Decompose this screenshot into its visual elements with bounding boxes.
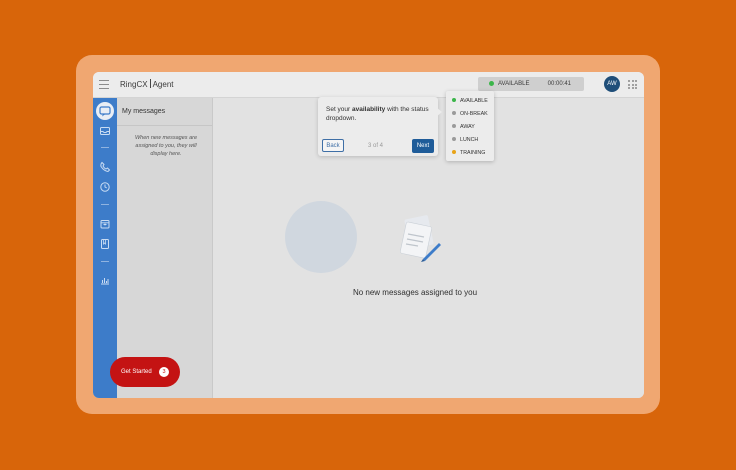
tooltip-text: Set your availability with the status dr… bbox=[326, 106, 429, 122]
brand-name: RingCX bbox=[120, 80, 148, 89]
calendar-icon[interactable] bbox=[99, 218, 111, 230]
next-button[interactable]: Next bbox=[412, 139, 434, 153]
get-started-count-badge: 3 bbox=[159, 367, 169, 377]
status-option-label: LUNCH bbox=[460, 137, 479, 143]
avatar[interactable]: AW bbox=[604, 76, 620, 92]
status-timer: 00:00:41 bbox=[547, 81, 571, 87]
panel-divider bbox=[117, 125, 212, 126]
status-option-lunch[interactable]: LUNCH bbox=[452, 136, 478, 144]
status-option-away[interactable]: AWAY bbox=[452, 123, 475, 131]
get-started-label: Get Started bbox=[121, 369, 152, 375]
tooltip-arrow bbox=[436, 107, 442, 117]
app-grid-icon[interactable] bbox=[628, 80, 637, 89]
notes-icon[interactable] bbox=[99, 238, 111, 250]
status-option-label: TRAINING bbox=[460, 150, 486, 156]
left-nav-rail bbox=[93, 98, 117, 398]
brand-product: Agent bbox=[152, 80, 174, 89]
analytics-icon[interactable] bbox=[99, 274, 111, 286]
messages-panel: My messages When new messages are assign… bbox=[117, 98, 213, 398]
status-dot bbox=[489, 81, 494, 86]
status-option-on-break[interactable]: ON-BREAK bbox=[452, 110, 488, 118]
status-option-dot bbox=[452, 150, 456, 154]
messages-nav-active[interactable] bbox=[96, 102, 114, 120]
onboarding-tooltip: Set your availability with the status dr… bbox=[318, 97, 442, 156]
status-option-training[interactable]: TRAINING bbox=[452, 149, 485, 157]
phone-icon[interactable] bbox=[99, 161, 111, 173]
inbox-icon[interactable] bbox=[99, 125, 111, 137]
status-option-dot bbox=[452, 111, 456, 115]
messages-icon bbox=[99, 106, 111, 117]
status-option-label: AWAY bbox=[460, 124, 475, 130]
empty-state-message: No new messages assigned to you bbox=[352, 288, 478, 297]
status-option-available[interactable]: AVAILABLE bbox=[452, 97, 488, 105]
history-icon[interactable] bbox=[99, 181, 111, 193]
status-option-label: AVAILABLE bbox=[460, 98, 488, 104]
status-option-dot bbox=[452, 98, 456, 102]
top-bar: RingCX Agent AVAILABLE 00:00:41 AW bbox=[93, 72, 644, 98]
empty-state-illustration bbox=[285, 201, 357, 273]
panel-empty-hint: When new messages are assigned to you, t… bbox=[134, 135, 198, 157]
status-dropdown-menu: AVAILABLE ON-BREAK AWAY LUNCH TRAINING bbox=[446, 91, 494, 161]
panel-title: My messages bbox=[122, 108, 166, 115]
brand-logo: RingCX Agent bbox=[120, 79, 173, 89]
step-indicator: 3 of 4 bbox=[368, 143, 384, 149]
status-dropdown-button[interactable]: AVAILABLE 00:00:41 bbox=[478, 77, 584, 91]
document-icon bbox=[400, 215, 441, 262]
tooltip-bold-text: availability bbox=[352, 106, 386, 113]
menu-icon[interactable] bbox=[99, 80, 109, 89]
status-option-dot bbox=[452, 137, 456, 141]
get-started-button[interactable]: Get Started 3 bbox=[110, 357, 180, 387]
status-label: AVAILABLE bbox=[498, 81, 530, 87]
status-option-dot bbox=[452, 124, 456, 128]
status-option-label: ON-BREAK bbox=[460, 111, 488, 117]
back-button[interactable]: Back bbox=[322, 139, 344, 152]
